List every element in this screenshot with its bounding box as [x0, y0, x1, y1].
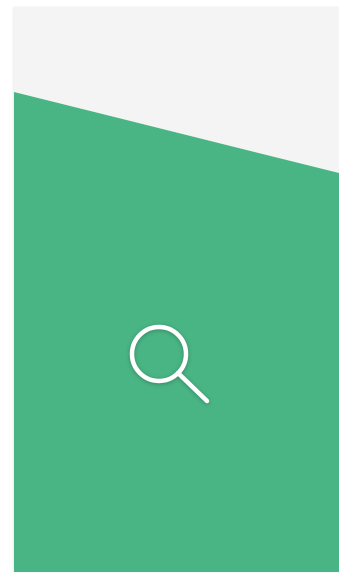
app-screen	[14, 7, 339, 572]
search-icon	[129, 324, 210, 404]
search-button[interactable]	[118, 317, 214, 413]
green-header-panel	[14, 92, 339, 572]
